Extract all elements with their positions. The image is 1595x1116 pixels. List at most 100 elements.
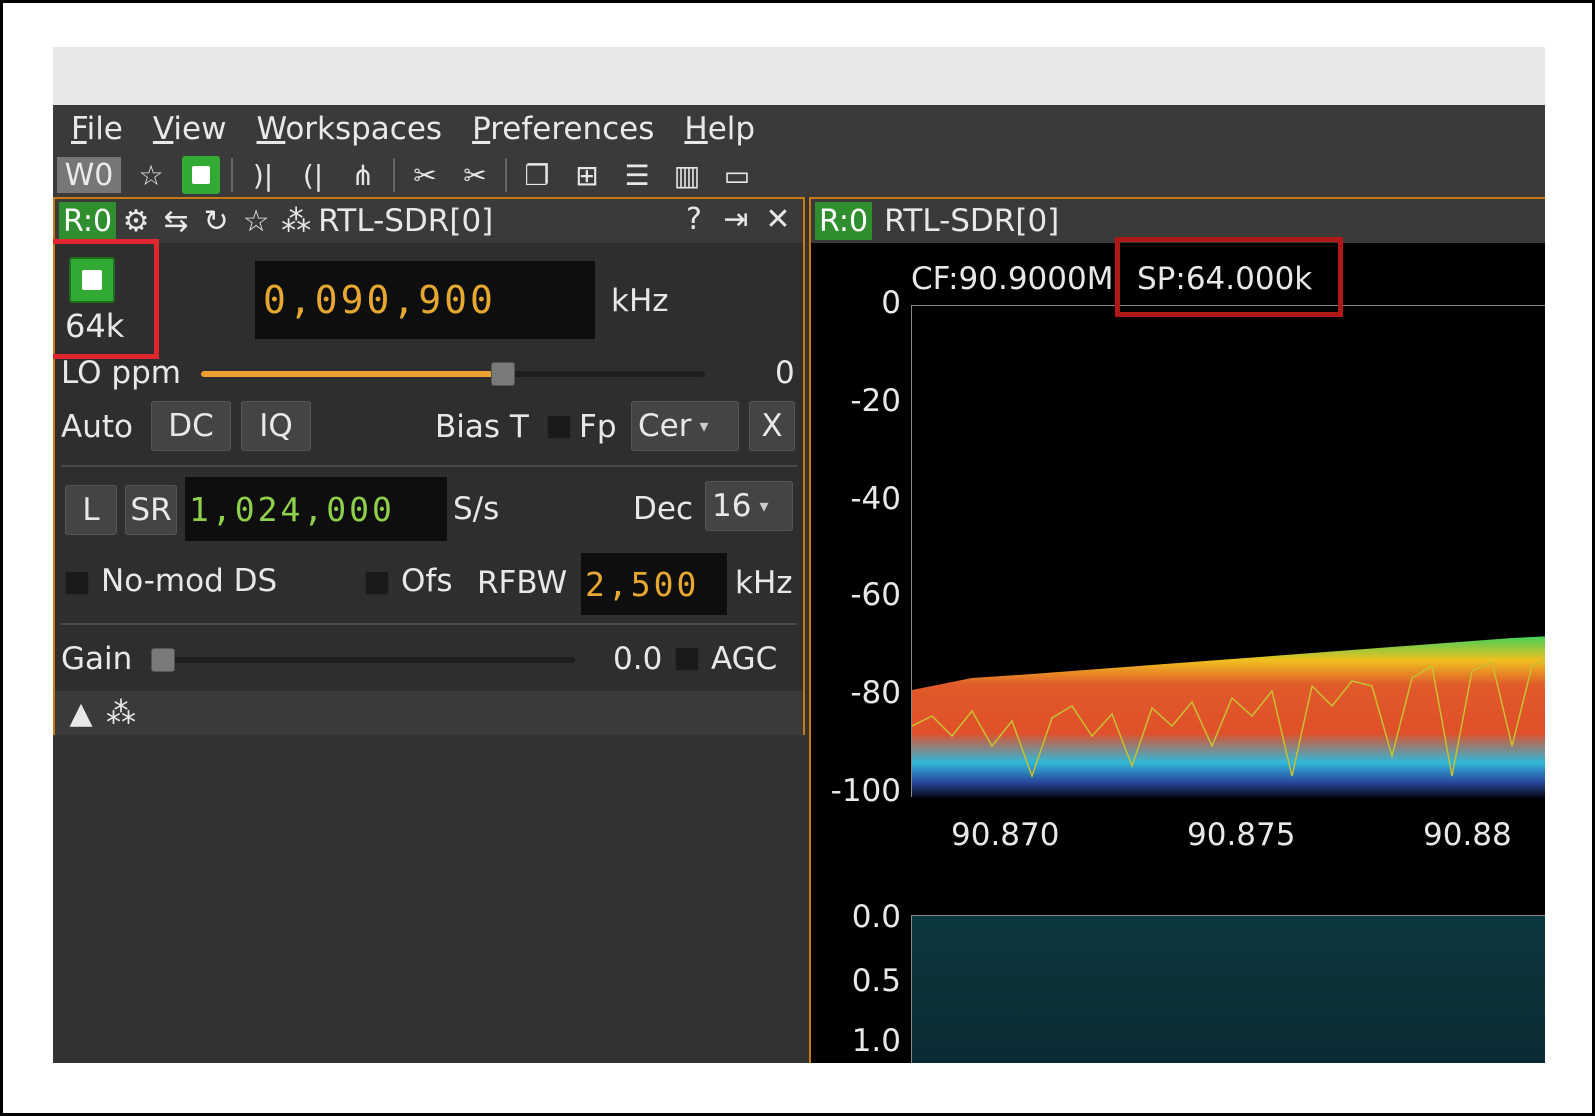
x-tick: 90.875 xyxy=(1187,817,1296,853)
nomod-ds-label: No-mod DS xyxy=(101,563,278,599)
sample-rate-dial[interactable]: 1,024,000 xyxy=(185,477,447,541)
agc-checkbox[interactable] xyxy=(675,647,699,671)
device-panel-header: R:0 ⚙ ⇆ ↻ ☆ ⁂ RTL-SDR[0] ? ⇥ ✕ xyxy=(55,199,803,243)
spectrum-panel: R:0 RTL-SDR[0] CF:90.9000M SP:64.000k 0 … xyxy=(809,197,1545,1063)
close-icon[interactable]: ✕ xyxy=(757,202,799,237)
device-panel-footer: ▲ ⁂ xyxy=(55,691,803,735)
center-frequency-dial[interactable]: 0,090,900 xyxy=(255,261,595,339)
title-bar xyxy=(53,47,1545,105)
cascade-windows-icon[interactable]: ❐ xyxy=(515,155,559,195)
play-stop-icon[interactable] xyxy=(179,155,223,195)
waterfall-tick: 1.0 xyxy=(851,1023,901,1059)
fp-label: Fp xyxy=(579,409,617,445)
gain-label: Gain xyxy=(61,641,133,677)
column-windows-icon[interactable]: ▥ xyxy=(665,155,709,195)
lo-ppm-slider-fill xyxy=(201,371,504,377)
dec-label: Dec xyxy=(633,491,693,527)
reload-icon[interactable]: ↻ xyxy=(196,204,236,239)
add-tx-icon[interactable]: (| xyxy=(291,155,335,195)
y-tick: -40 xyxy=(850,481,901,517)
decimation-select-value: 16 xyxy=(712,488,752,524)
mimo-icon[interactable]: ⁂ xyxy=(101,696,141,731)
x-tick: 90.870 xyxy=(951,817,1060,853)
gain-slider-track[interactable] xyxy=(151,657,575,663)
freq-unit: kHz xyxy=(611,283,669,319)
spectrum-device-name: RTL-SDR[0] xyxy=(884,203,1060,239)
swap-icon[interactable]: ⇆ xyxy=(156,204,196,239)
toolbar: W0 ☆ )| (| ⋔ ✂ ✂ ❐ ⊞ ☰ ▥ ▭ xyxy=(53,153,1545,197)
y-tick: -100 xyxy=(830,773,901,809)
lo-ppm-slider-thumb[interactable] xyxy=(491,362,516,386)
highlight-box-span xyxy=(1115,237,1343,317)
x-tick: 90.88 xyxy=(1423,817,1512,853)
spectrum-display[interactable]: CF:90.9000M SP:64.000k 0 -20 -40 -60 -80… xyxy=(811,243,1545,1063)
add-feature-icon[interactable]: ✂ xyxy=(403,155,447,195)
bias-t-label: Bias T xyxy=(435,409,529,445)
menu-file[interactable]: File xyxy=(71,111,123,147)
center-frequency-readout: CF:90.9000M xyxy=(911,261,1114,297)
help-icon[interactable]: ? xyxy=(673,202,715,237)
menu-workspaces[interactable]: Workspaces xyxy=(256,111,442,147)
mimo-icon[interactable]: ⁂ xyxy=(276,204,316,239)
y-tick: 0 xyxy=(881,285,901,321)
triangle-icon[interactable]: ▲ xyxy=(61,696,101,731)
device-name: RTL-SDR[0] xyxy=(318,203,494,239)
iq-button[interactable]: IQ xyxy=(241,401,311,451)
rfbw-unit: kHz xyxy=(735,565,793,601)
divider xyxy=(61,623,797,625)
workspace-button[interactable]: W0 xyxy=(57,157,121,193)
menu-preferences[interactable]: Preferences xyxy=(472,111,654,147)
fp-select-value: Cer xyxy=(638,408,692,444)
nomod-ds-checkbox[interactable] xyxy=(65,571,89,595)
x-button[interactable]: X xyxy=(749,401,795,451)
divider xyxy=(61,465,797,467)
app-window: File View Workspaces Preferences Help W0… xyxy=(53,47,1545,1063)
l-button[interactable]: L xyxy=(65,485,117,535)
stack-windows-icon[interactable]: ☰ xyxy=(615,155,659,195)
waterfall-tick: 0.5 xyxy=(851,963,901,999)
agc-label: AGC xyxy=(711,641,778,677)
move-icon[interactable]: ⇥ xyxy=(715,202,757,237)
gain-slider-thumb[interactable] xyxy=(151,648,175,672)
menu-view[interactable]: View xyxy=(153,111,227,147)
spectrum-persistence xyxy=(912,636,1545,798)
device-panel: R:0 ⚙ ⇆ ↻ ☆ ⁂ RTL-SDR[0] ? ⇥ ✕ 64k 0,090… xyxy=(53,197,805,735)
dc-button[interactable]: DC xyxy=(151,401,231,451)
add-rx-icon[interactable]: )| xyxy=(241,155,285,195)
add-mimo-icon[interactable]: ⋔ xyxy=(341,155,385,195)
rx-tag: R:0 xyxy=(59,202,117,240)
waterfall-display[interactable] xyxy=(911,915,1545,1063)
bias-t-checkbox[interactable] xyxy=(547,415,571,439)
toolbar-separator xyxy=(393,158,395,192)
y-tick: -60 xyxy=(850,577,901,613)
remove-feature-icon[interactable]: ✂ xyxy=(453,155,497,195)
rfbw-dial[interactable]: 2,500 xyxy=(581,553,727,615)
toolbar-separator xyxy=(505,158,507,192)
menu-help[interactable]: Help xyxy=(684,111,755,147)
screenshot-frame: File View Workspaces Preferences Help W0… xyxy=(0,0,1595,1116)
ofs-label: Ofs xyxy=(401,563,453,599)
chevron-down-icon: ▾ xyxy=(699,415,709,437)
spectrum-rx-tag: R:0 xyxy=(815,202,873,240)
highlight-box-sample-rate xyxy=(53,239,159,359)
y-tick: -80 xyxy=(850,675,901,711)
window-icon[interactable]: ▭ xyxy=(715,155,759,195)
rfbw-label: RFBW xyxy=(477,565,568,601)
auto-label: Auto xyxy=(61,409,133,445)
star-icon[interactable]: ☆ xyxy=(129,155,173,195)
lo-ppm-value: 0 xyxy=(775,355,795,391)
menu-bar: File View Workspaces Preferences Help xyxy=(53,105,1545,153)
star-icon[interactable]: ☆ xyxy=(236,204,276,239)
settings-gear-icon[interactable]: ⚙ xyxy=(116,204,156,239)
gain-value: 0.0 xyxy=(613,641,663,677)
waterfall-tick: 0.0 xyxy=(851,899,901,935)
toolbar-separator xyxy=(231,158,233,192)
decimation-select[interactable]: 16 ▾ xyxy=(705,481,793,531)
spectrum-plot[interactable] xyxy=(911,305,1545,798)
fp-select[interactable]: Cer ▾ xyxy=(631,401,739,451)
ofs-checkbox[interactable] xyxy=(365,571,389,595)
y-tick: -20 xyxy=(850,383,901,419)
tile-windows-icon[interactable]: ⊞ xyxy=(565,155,609,195)
sr-button[interactable]: SR xyxy=(125,485,177,535)
chevron-down-icon: ▾ xyxy=(759,495,769,517)
